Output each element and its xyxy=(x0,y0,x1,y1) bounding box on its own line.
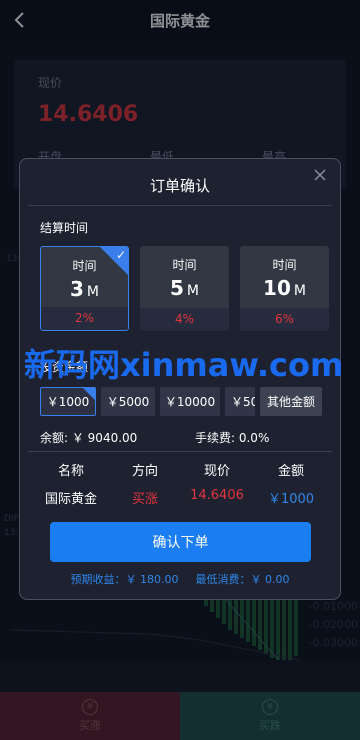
time-option-5m[interactable]: 时间 5M 4% xyxy=(140,246,229,331)
divider xyxy=(28,205,332,206)
expected-income: 预期收益：￥ 180.00 xyxy=(70,573,179,586)
time-option-value: 5 xyxy=(169,276,184,300)
order-amount: ￥1000 xyxy=(267,492,315,507)
time-options: 时间 3M 2% ✓ 时间 5M 4% 时间 10 M 6% xyxy=(40,246,342,331)
settlement-time-label: 结算时间 xyxy=(40,221,89,235)
confirm-order-label: 确认下单 xyxy=(152,535,209,551)
min-spend: 最低消费：￥ 0.00 xyxy=(195,573,290,586)
table-header-amount: 金额 xyxy=(277,464,304,479)
other-amount-button[interactable]: 其他金额 xyxy=(260,387,322,416)
dialog-title: 订单确认 xyxy=(149,177,210,195)
amount-options: ￥1000 ￥5000 ￥10000 ￥50 其他金额 xyxy=(40,387,342,419)
time-option-value: 10 xyxy=(263,276,291,300)
balance-text: 余额: ￥ 9040.00 xyxy=(40,431,138,445)
time-option-unit: M xyxy=(86,284,99,300)
check-icon: ✓ xyxy=(115,248,126,262)
order-direction: 买涨 xyxy=(131,492,158,507)
time-option-rate: 2% xyxy=(41,307,128,330)
time-option-label: 时间 xyxy=(272,258,297,272)
amount-option-5000[interactable]: ￥5000 xyxy=(101,387,155,416)
watermark: 新码网xinmaw.com xyxy=(24,340,343,386)
amount-option-1000[interactable]: ￥1000 xyxy=(40,387,96,416)
table-header-name: 名称 xyxy=(57,464,84,479)
time-option-3m[interactable]: 时间 3M 2% ✓ xyxy=(40,246,129,331)
order-price: 14.6406 xyxy=(190,488,244,503)
close-icon[interactable] xyxy=(312,167,328,183)
fee-text: 手续费: 0.0% xyxy=(195,431,270,445)
amount-option-label: ￥10000 xyxy=(164,395,216,409)
amount-option-label: ￥50 xyxy=(231,395,255,409)
divider xyxy=(28,451,332,452)
order-product-name: 国际黄金 xyxy=(44,492,97,507)
selected-corner xyxy=(83,388,95,400)
time-option-unit: M xyxy=(186,283,199,299)
time-option-10m[interactable]: 时间 10 M 6% xyxy=(240,246,329,331)
time-option-label: 时间 xyxy=(172,258,197,272)
order-summary-note: 预期收益：￥ 180.00 最低消费：￥ 0.00 xyxy=(20,571,340,587)
amount-option-10000[interactable]: ￥10000 xyxy=(160,387,220,416)
watermark-text: 新码网xinmaw.com xyxy=(24,346,344,384)
other-amount-label: 其他金额 xyxy=(266,395,315,409)
table-header-direction: 方向 xyxy=(131,464,158,479)
table-header-price: 现价 xyxy=(203,464,230,479)
time-option-rate: 4% xyxy=(140,308,229,331)
time-option-rate: 6% xyxy=(240,308,329,331)
amount-option-label: ￥5000 xyxy=(106,395,150,409)
time-option-value: 3 xyxy=(69,277,84,301)
confirm-order-button[interactable]: 确认下单 xyxy=(50,522,311,562)
time-option-unit: M xyxy=(293,283,306,299)
amount-option-50000[interactable]: ￥50 xyxy=(225,387,255,416)
